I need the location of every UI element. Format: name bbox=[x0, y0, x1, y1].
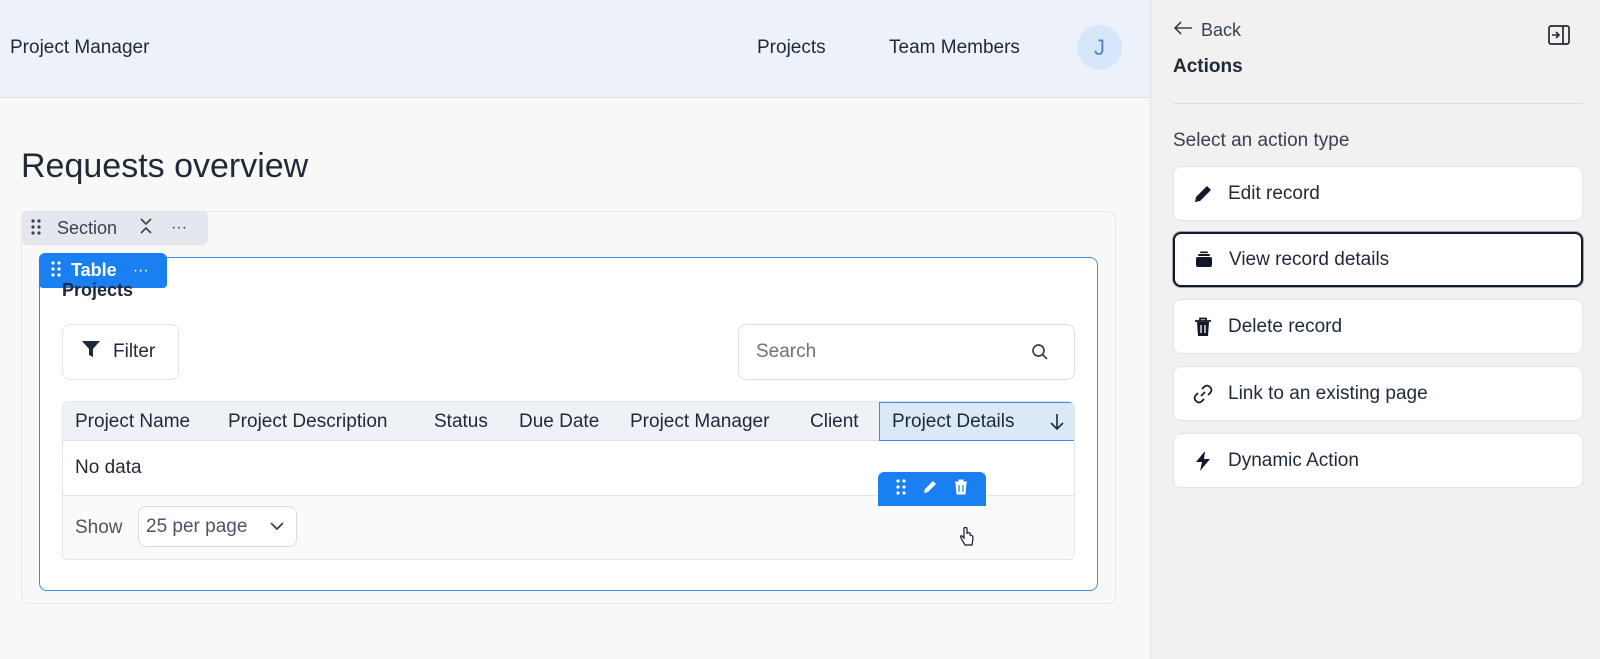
app-title: Project Manager bbox=[10, 37, 150, 58]
action-label: Link to an existing page bbox=[1228, 382, 1428, 404]
drag-handle-icon[interactable] bbox=[896, 478, 906, 500]
action-view-record-details[interactable]: View record details bbox=[1173, 232, 1583, 287]
nav-link-projects[interactable]: Projects bbox=[757, 37, 826, 59]
trash-icon bbox=[1192, 316, 1214, 338]
pencil-icon bbox=[1192, 183, 1214, 205]
search-icon[interactable] bbox=[1031, 343, 1049, 366]
search-field[interactable] bbox=[738, 324, 1075, 380]
action-label: Delete record bbox=[1228, 315, 1343, 337]
table-header-row: Project Name Project Description Status … bbox=[63, 402, 1074, 441]
hand-cursor-icon bbox=[959, 526, 975, 552]
chevron-down-icon bbox=[268, 517, 286, 541]
panel-subtitle: Select an action type bbox=[1173, 130, 1350, 151]
action-edit-record[interactable]: Edit record bbox=[1173, 166, 1583, 221]
action-label: Edit record bbox=[1228, 182, 1320, 204]
link-icon bbox=[1192, 383, 1214, 405]
action-link-existing-page[interactable]: Link to an existing page bbox=[1173, 366, 1583, 421]
back-button[interactable]: Back bbox=[1173, 20, 1241, 41]
filter-button[interactable]: Filter bbox=[62, 324, 179, 380]
close-panel-icon[interactable] bbox=[1548, 25, 1570, 50]
panel-title: Actions bbox=[1173, 56, 1243, 77]
arrow-left-icon bbox=[1173, 20, 1193, 41]
pencil-icon[interactable] bbox=[922, 479, 938, 500]
actions-panel: Back Actions Select an action type Edit … bbox=[1150, 0, 1600, 659]
more-options-icon[interactable]: ··· bbox=[133, 262, 149, 280]
drag-handle-icon[interactable] bbox=[31, 218, 45, 238]
funnel-icon bbox=[81, 339, 101, 365]
search-input[interactable] bbox=[756, 341, 1026, 363]
more-options-icon[interactable]: ··· bbox=[171, 219, 187, 237]
action-label: View record details bbox=[1229, 248, 1390, 270]
column-header-label: Project Details bbox=[892, 411, 1015, 432]
page-canvas: Requests overview Section ··· Table ··· … bbox=[0, 98, 1150, 659]
column-header-project-manager[interactable]: Project Manager bbox=[630, 411, 769, 433]
column-header-project-name[interactable]: Project Name bbox=[75, 411, 190, 433]
top-navbar: Project Manager Projects Team Members J bbox=[0, 0, 1150, 98]
empty-state-text: No data bbox=[75, 457, 142, 478]
drag-handle-icon[interactable] bbox=[51, 261, 61, 280]
avatar[interactable]: J bbox=[1077, 25, 1122, 70]
filter-label: Filter bbox=[113, 341, 156, 362]
page-title: Requests overview bbox=[21, 147, 309, 185]
card-icon bbox=[1193, 249, 1215, 271]
column-header-due-date[interactable]: Due Date bbox=[519, 411, 599, 433]
bolt-icon bbox=[1192, 450, 1214, 472]
trash-icon[interactable] bbox=[954, 479, 968, 500]
per-page-select[interactable]: 25 per page bbox=[138, 506, 297, 547]
table-heading: Projects bbox=[62, 280, 134, 300]
nav-link-team-members[interactable]: Team Members bbox=[889, 37, 1020, 59]
section-label: Section bbox=[57, 217, 118, 238]
sort-arrow-down-icon[interactable] bbox=[1049, 412, 1065, 437]
column-header-status[interactable]: Status bbox=[434, 411, 488, 433]
collapse-icon[interactable] bbox=[139, 217, 153, 239]
section-toolbar[interactable]: Section ··· bbox=[21, 211, 208, 245]
column-header-project-description[interactable]: Project Description bbox=[228, 411, 387, 433]
action-delete-record[interactable]: Delete record bbox=[1173, 299, 1583, 354]
show-label: Show bbox=[75, 517, 123, 538]
column-header-project-details[interactable]: Project Details bbox=[879, 402, 1074, 441]
per-page-value: 25 per page bbox=[146, 515, 248, 537]
divider bbox=[1173, 103, 1583, 104]
column-header-client[interactable]: Client bbox=[810, 411, 859, 433]
action-dynamic-action[interactable]: Dynamic Action bbox=[1173, 433, 1583, 488]
action-label: Dynamic Action bbox=[1228, 449, 1359, 471]
table-label: Table bbox=[71, 260, 117, 280]
back-label: Back bbox=[1201, 20, 1242, 40]
column-toolbar bbox=[878, 472, 986, 506]
